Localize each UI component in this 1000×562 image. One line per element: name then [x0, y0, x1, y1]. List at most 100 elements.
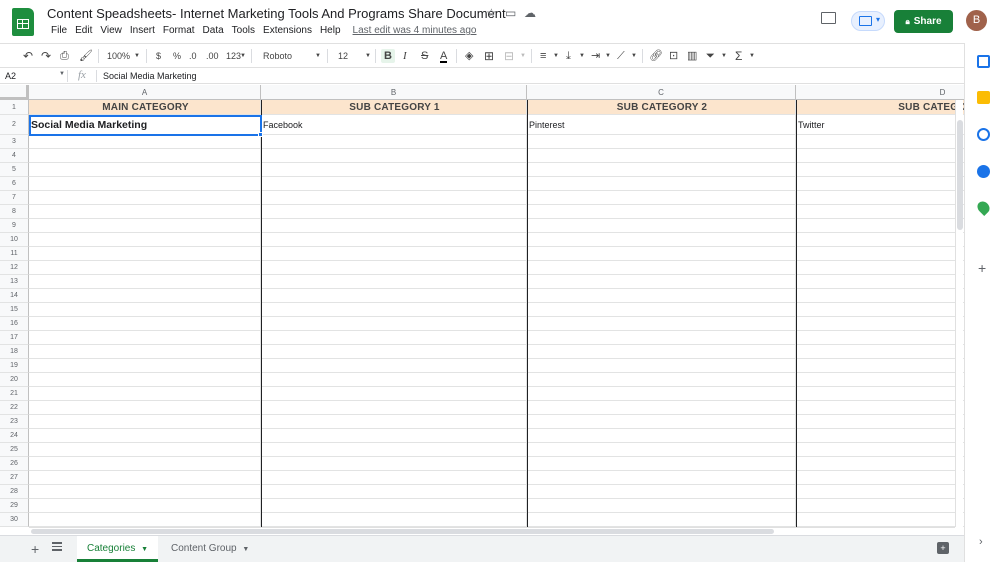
empty-cell[interactable]	[261, 149, 527, 163]
empty-cell[interactable]	[796, 149, 964, 163]
menu-help[interactable]: Help	[316, 25, 345, 36]
empty-cell[interactable]	[29, 149, 261, 163]
horizontal-scrollbar[interactable]	[29, 527, 955, 535]
menu-edit[interactable]: Edit	[71, 25, 96, 36]
filter-chevron-icon[interactable]: ▼	[721, 49, 727, 63]
rotation-chevron-icon[interactable]: ▼	[631, 49, 637, 63]
row-header-21[interactable]: 21	[0, 387, 29, 401]
empty-cell[interactable]	[796, 457, 964, 471]
empty-cell[interactable]	[796, 275, 964, 289]
empty-cell[interactable]	[261, 429, 527, 443]
explore-icon[interactable]: +	[937, 542, 949, 554]
row-header-1[interactable]: 1	[0, 100, 29, 115]
empty-cell[interactable]	[527, 289, 796, 303]
empty-cell[interactable]	[527, 499, 796, 513]
column-header-d[interactable]: D	[796, 85, 964, 100]
row-header-26[interactable]: 26	[0, 457, 29, 471]
currency-format-button[interactable]: $	[156, 49, 161, 63]
empty-cell[interactable]	[796, 373, 964, 387]
empty-cell[interactable]	[796, 205, 964, 219]
empty-cell[interactable]	[796, 401, 964, 415]
empty-cell[interactable]	[261, 303, 527, 317]
empty-cell[interactable]	[29, 359, 261, 373]
italic-button[interactable]: I	[403, 49, 407, 63]
empty-cell[interactable]	[261, 415, 527, 429]
zoom-select[interactable]: 100%	[107, 49, 130, 63]
menu-tools[interactable]: Tools	[228, 25, 259, 36]
redo-icon[interactable]: ↷	[41, 49, 51, 63]
row-header-2[interactable]: 2	[0, 115, 29, 135]
row-header-9[interactable]: 9	[0, 219, 29, 233]
empty-cell[interactable]	[796, 289, 964, 303]
text-rotation-icon[interactable]: ⟋	[617, 49, 625, 63]
empty-cell[interactable]	[29, 219, 261, 233]
empty-cell[interactable]	[527, 331, 796, 345]
maps-icon[interactable]	[975, 199, 992, 216]
share-button[interactable]: 🔒︎ Share	[894, 10, 953, 33]
vertical-scrollbar[interactable]	[955, 100, 963, 527]
font-size-select[interactable]: 12	[338, 49, 348, 63]
formula-input[interactable]: Social Media Marketing	[103, 71, 197, 81]
avatar[interactable]: B	[966, 10, 987, 31]
menu-format[interactable]: Format	[159, 25, 199, 36]
header-cell[interactable]: SUB CATEGORY 3	[796, 100, 964, 115]
empty-cell[interactable]	[29, 513, 261, 527]
empty-cell[interactable]	[796, 345, 964, 359]
empty-cell[interactable]	[261, 471, 527, 485]
functions-chevron-icon[interactable]: ▼	[749, 49, 755, 63]
empty-cell[interactable]	[261, 499, 527, 513]
empty-cell[interactable]	[527, 191, 796, 205]
empty-cell[interactable]	[527, 233, 796, 247]
empty-cell[interactable]	[527, 429, 796, 443]
merge-chevron-icon[interactable]: ▼	[520, 49, 526, 63]
get-addons-icon[interactable]: +	[978, 260, 986, 276]
comment-history-icon[interactable]	[821, 12, 836, 24]
empty-cell[interactable]	[261, 457, 527, 471]
row-header-4[interactable]: 4	[0, 149, 29, 163]
menu-insert[interactable]: Insert	[126, 25, 159, 36]
align-chevron-icon[interactable]: ▼	[553, 49, 559, 63]
empty-cell[interactable]	[261, 485, 527, 499]
functions-button[interactable]: Σ	[735, 49, 742, 63]
empty-cell[interactable]	[796, 443, 964, 457]
row-header-7[interactable]: 7	[0, 191, 29, 205]
empty-cell[interactable]	[796, 513, 964, 527]
empty-cell[interactable]	[29, 499, 261, 513]
print-icon[interactable]: ⎙	[60, 49, 69, 63]
document-title[interactable]: Content Speadsheets- Internet Marketing …	[47, 6, 506, 21]
empty-cell[interactable]	[796, 135, 964, 149]
empty-cell[interactable]	[261, 219, 527, 233]
empty-cell[interactable]	[29, 345, 261, 359]
name-box-chevron-icon[interactable]: ▼	[59, 71, 65, 77]
empty-cell[interactable]	[29, 387, 261, 401]
decrease-decimal-button[interactable]: .0	[189, 49, 197, 63]
empty-cell[interactable]	[261, 261, 527, 275]
undo-icon[interactable]: ↶	[23, 49, 33, 63]
empty-cell[interactable]	[796, 415, 964, 429]
row-header-11[interactable]: 11	[0, 247, 29, 261]
bold-button[interactable]: B	[381, 49, 395, 63]
add-sheet-icon[interactable]: +	[31, 541, 39, 557]
valign-chevron-icon[interactable]: ▼	[579, 49, 585, 63]
empty-cell[interactable]	[29, 331, 261, 345]
sheets-logo-icon[interactable]	[12, 8, 34, 36]
empty-cell[interactable]	[29, 289, 261, 303]
empty-cell[interactable]	[796, 303, 964, 317]
row-header-17[interactable]: 17	[0, 331, 29, 345]
empty-cell[interactable]	[29, 471, 261, 485]
empty-cell[interactable]	[29, 275, 261, 289]
data-cell[interactable]: Twitter	[796, 115, 964, 135]
empty-cell[interactable]	[796, 485, 964, 499]
more-formats-chevron-icon[interactable]: ▼	[240, 49, 246, 63]
empty-cell[interactable]	[527, 457, 796, 471]
empty-cell[interactable]	[527, 177, 796, 191]
empty-cell[interactable]	[261, 513, 527, 527]
row-header-30[interactable]: 30	[0, 513, 29, 527]
empty-cell[interactable]	[261, 275, 527, 289]
empty-cell[interactable]	[29, 191, 261, 205]
paint-format-icon[interactable]: 🖌︎	[79, 49, 93, 63]
empty-cell[interactable]	[796, 177, 964, 191]
sheet-tab-content-group[interactable]: Content Group ▼	[161, 536, 259, 562]
empty-cell[interactable]	[261, 401, 527, 415]
empty-cell[interactable]	[527, 149, 796, 163]
